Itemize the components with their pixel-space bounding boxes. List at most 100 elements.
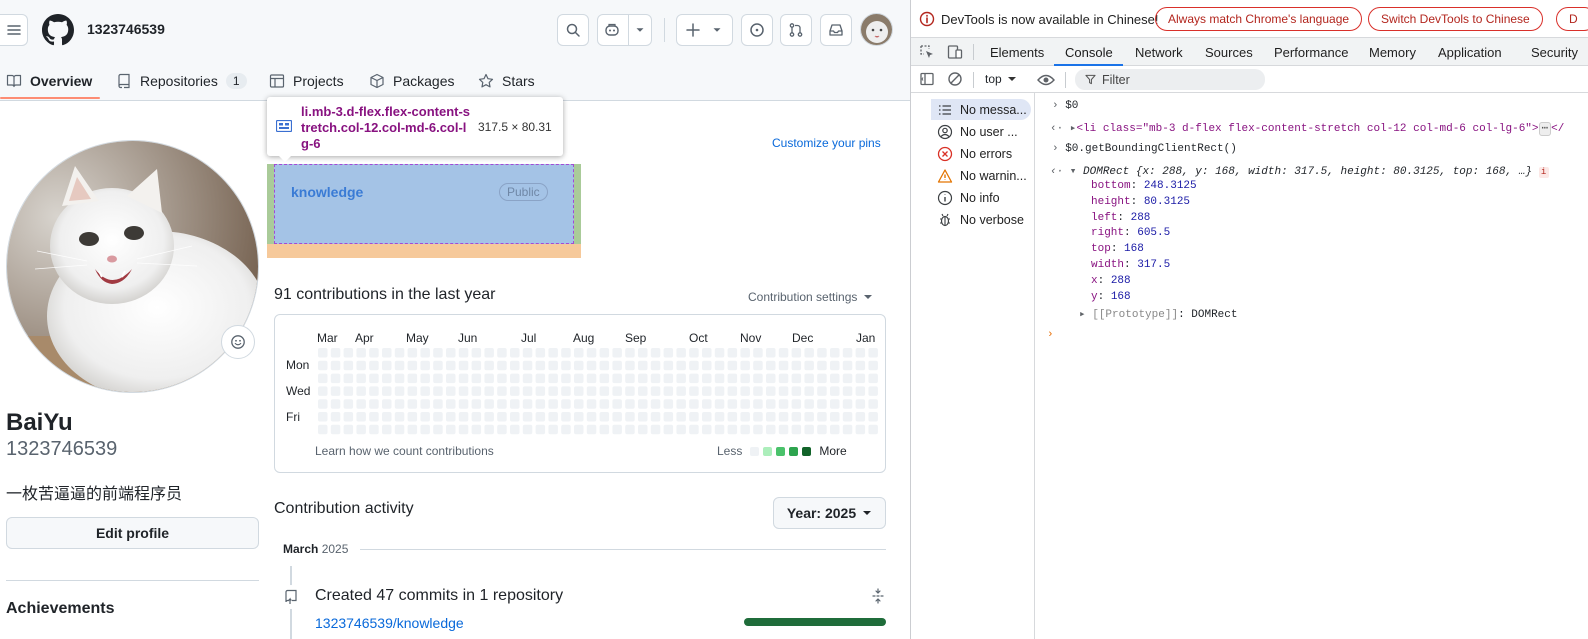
contribution-day-cell[interactable] (599, 412, 610, 422)
contribution-day-cell[interactable] (458, 386, 469, 396)
contribution-day-cell[interactable] (574, 360, 584, 371)
contribution-day-cell[interactable] (663, 412, 674, 422)
contribution-day-cell[interactable] (714, 373, 725, 384)
tab-network[interactable]: Network (1135, 38, 1183, 66)
contribution-day-cell[interactable] (740, 424, 750, 435)
contribution-day-cell[interactable] (855, 412, 866, 422)
contribution-day-cell[interactable] (727, 373, 738, 384)
edit-profile-button[interactable]: Edit profile (6, 517, 259, 549)
contribution-day-cell[interactable] (714, 360, 725, 371)
contribution-day-cell[interactable] (343, 386, 354, 396)
contribution-day-cell[interactable] (330, 424, 341, 435)
contribution-day-cell[interactable] (548, 412, 558, 422)
contribution-day-cell[interactable] (407, 412, 418, 422)
contribution-day-cell[interactable] (446, 424, 456, 435)
contribution-day-cell[interactable] (522, 399, 533, 409)
contribution-day-cell[interactable] (510, 399, 520, 409)
contribution-day-cell[interactable] (356, 424, 366, 435)
contribution-day-cell[interactable] (689, 386, 699, 396)
contribution-day-cell[interactable] (318, 424, 328, 435)
contribution-day-cell[interactable] (407, 373, 418, 384)
tab-security[interactable]: Security (1531, 38, 1578, 66)
contribution-day-cell[interactable] (548, 424, 558, 435)
contribution-day-cell[interactable] (407, 386, 418, 396)
contribution-day-cell[interactable] (650, 348, 661, 358)
contribution-day-cell[interactable] (574, 348, 584, 358)
contribution-day-cell[interactable] (817, 360, 827, 371)
contribution-day-cell[interactable] (663, 424, 674, 435)
contribution-day-cell[interactable] (766, 360, 776, 371)
contribution-day-cell[interactable] (510, 412, 520, 422)
contribution-day-cell[interactable] (766, 399, 776, 409)
contribution-day-cell[interactable] (753, 360, 763, 371)
contribution-day-cell[interactable] (740, 348, 750, 358)
contribution-day-cell[interactable] (343, 412, 354, 422)
contribution-day-cell[interactable] (868, 360, 878, 371)
contribution-day-cell[interactable] (702, 386, 712, 396)
contribution-day-cell[interactable] (753, 373, 763, 384)
contribution-day-cell[interactable] (446, 386, 456, 396)
contribution-day-cell[interactable] (458, 424, 469, 435)
contribution-day-cell[interactable] (382, 348, 392, 358)
contribution-day-cell[interactable] (420, 424, 430, 435)
contribution-day-cell[interactable] (676, 412, 686, 422)
github-logo-icon[interactable] (42, 14, 74, 46)
console-prompt[interactable]: › (1047, 329, 1054, 341)
pinned-repo-link[interactable]: knowledge (291, 184, 363, 200)
contribution-day-cell[interactable] (471, 412, 482, 422)
contribution-day-cell[interactable] (535, 348, 546, 358)
contribution-day-cell[interactable] (535, 412, 546, 422)
set-status-button[interactable] (221, 325, 255, 359)
contribution-day-cell[interactable] (855, 424, 866, 435)
contribution-day-cell[interactable] (548, 360, 558, 371)
contribution-day-cell[interactable] (394, 399, 405, 409)
javascript-context-select[interactable]: top (985, 72, 1016, 86)
contribution-day-cell[interactable] (510, 360, 520, 371)
contribution-day-cell[interactable] (471, 399, 482, 409)
chevron-down-icon[interactable] (633, 23, 647, 37)
contribution-day-cell[interactable] (510, 348, 520, 358)
contribution-day-cell[interactable] (702, 360, 712, 371)
contribution-day-cell[interactable] (855, 386, 866, 396)
contribution-day-cell[interactable] (369, 360, 379, 371)
contribution-day-cell[interactable] (625, 360, 635, 371)
contribution-day-cell[interactable] (855, 348, 866, 358)
contribution-day-cell[interactable] (830, 386, 840, 396)
contribution-day-cell[interactable] (778, 412, 789, 422)
contribution-day-cell[interactable] (625, 399, 635, 409)
contribution-day-cell[interactable] (356, 386, 366, 396)
contribution-day-cell[interactable] (318, 348, 328, 358)
contribution-day-cell[interactable] (804, 373, 814, 384)
tab-performance[interactable]: Performance (1274, 38, 1348, 66)
contribution-day-cell[interactable] (766, 373, 776, 384)
contribution-day-cell[interactable] (586, 386, 597, 396)
tab-projects[interactable]: Projects (269, 60, 344, 101)
contribution-day-cell[interactable] (330, 386, 341, 396)
contribution-day-cell[interactable] (663, 386, 674, 396)
contribution-day-cell[interactable] (484, 424, 494, 435)
contribution-day-cell[interactable] (842, 399, 853, 409)
contribution-day-cell[interactable] (420, 360, 430, 371)
contribution-day-cell[interactable] (484, 386, 494, 396)
tab-memory[interactable]: Memory (1369, 38, 1416, 66)
contribution-day-cell[interactable] (330, 373, 341, 384)
contribution-day-cell[interactable] (740, 399, 750, 409)
contribution-day-cell[interactable] (318, 373, 328, 384)
contribution-day-cell[interactable] (702, 373, 712, 384)
contribution-day-cell[interactable] (753, 424, 763, 435)
contribution-day-cell[interactable] (804, 348, 814, 358)
contribution-day-cell[interactable] (586, 399, 597, 409)
contribution-day-cell[interactable] (842, 412, 853, 422)
contribution-day-cell[interactable] (689, 412, 699, 422)
contribution-day-cell[interactable] (497, 386, 507, 396)
contribution-day-cell[interactable] (727, 386, 738, 396)
contribution-day-cell[interactable] (842, 360, 853, 371)
contribution-day-cell[interactable] (407, 360, 418, 371)
dont-show-again-button[interactable]: D (1556, 7, 1588, 31)
clear-console-icon[interactable] (947, 71, 963, 87)
contribution-day-cell[interactable] (638, 360, 648, 371)
contribution-day-cell[interactable] (817, 386, 827, 396)
contribution-day-cell[interactable] (817, 424, 827, 435)
contribution-day-cell[interactable] (433, 373, 443, 384)
contribution-day-cell[interactable] (407, 424, 418, 435)
